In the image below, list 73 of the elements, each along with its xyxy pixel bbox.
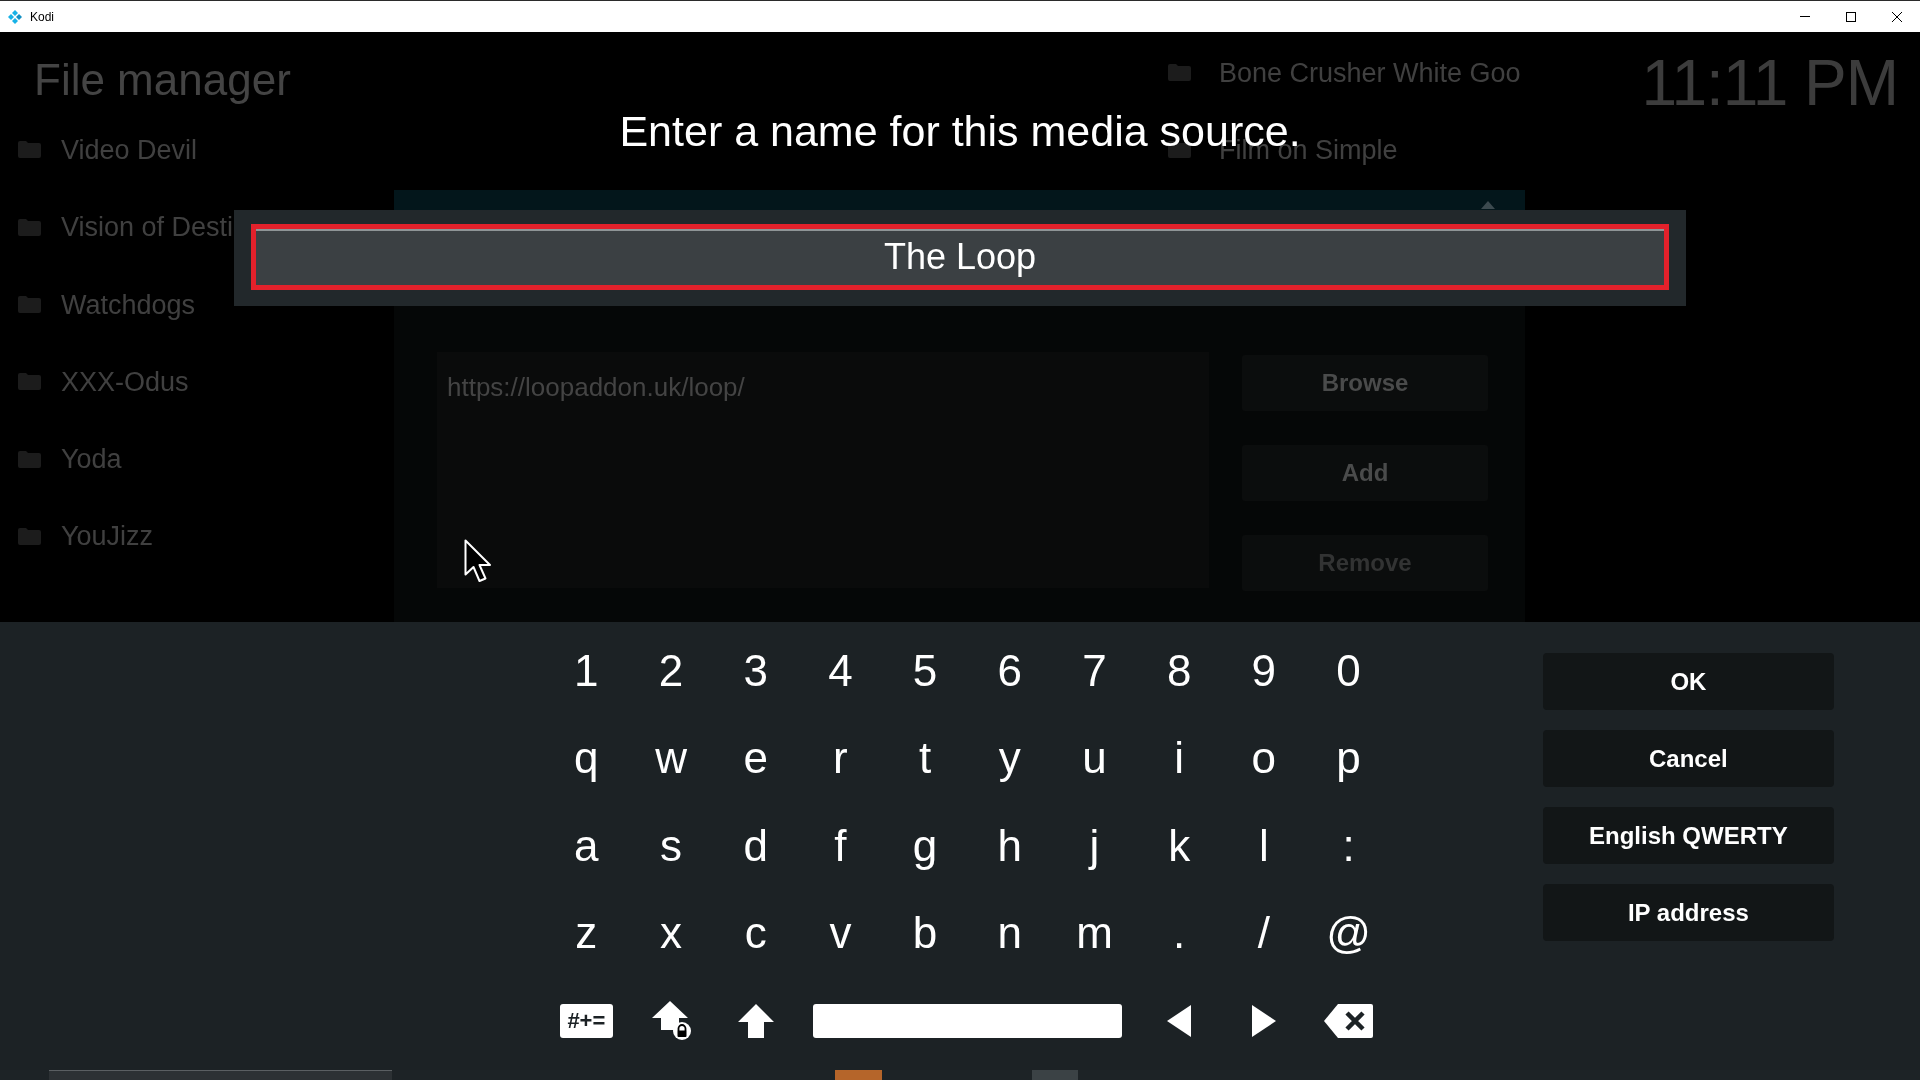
keyboard-key[interactable]: @	[1320, 909, 1377, 958]
keyboard-key[interactable]: q	[568, 734, 605, 783]
maximize-icon	[1846, 11, 1856, 22]
keyboard-key[interactable]: o	[1245, 734, 1283, 783]
keyboard-key[interactable]: f	[828, 821, 853, 870]
keyboard-key[interactable]: n	[991, 909, 1028, 958]
keyboard-key[interactable]: u	[1076, 734, 1113, 783]
backspace-icon	[1324, 1003, 1374, 1038]
folder-icon	[18, 296, 41, 314]
keyboard-key[interactable]: p	[1330, 734, 1367, 783]
kodi-logo-icon	[8, 9, 22, 24]
minimize-icon	[1800, 16, 1810, 17]
keyboard-key[interactable]: 9	[1245, 646, 1283, 695]
screen-title: File manager	[34, 58, 291, 102]
caps-lock-icon	[651, 1001, 691, 1041]
keyboard-key[interactable]: w	[649, 734, 693, 783]
keyboard-key[interactable]: v	[823, 909, 858, 958]
keyboard-action-button[interactable]: English QWERTY	[1542, 807, 1834, 864]
keyboard-key[interactable]: .	[1167, 909, 1192, 958]
window-title: Kodi	[30, 9, 55, 24]
right-triangle-icon	[1251, 1003, 1276, 1038]
keyboard-key[interactable]: b	[906, 909, 944, 958]
keyboard-key[interactable]: 4	[822, 646, 859, 695]
folder-icon	[18, 373, 41, 391]
symbols-key[interactable]: #+=	[559, 1003, 613, 1038]
shift-arrow-icon	[737, 1003, 774, 1038]
text-input-field[interactable]: The Loop	[251, 224, 1669, 290]
folder-icon	[18, 141, 41, 159]
keyboard-key[interactable]: 0	[1330, 646, 1367, 695]
keyboard-key[interactable]: d	[737, 821, 774, 870]
clock-time: 11:11 PM	[1641, 51, 1898, 115]
keyboard-key[interactable]: 7	[1076, 646, 1113, 695]
folder-icon	[18, 218, 41, 236]
keyboard-key[interactable]: 6	[991, 646, 1028, 695]
shift-key[interactable]	[737, 1003, 774, 1038]
folder-icon	[1168, 64, 1191, 82]
keyboard-key[interactable]: 3	[737, 646, 774, 695]
keyboard-key[interactable]: 2	[652, 646, 690, 695]
keyboard-key[interactable]: 5	[906, 646, 944, 695]
keyboard-key[interactable]: k	[1162, 821, 1197, 870]
keyboard-key[interactable]: s	[654, 821, 689, 870]
keyboard-key[interactable]: m	[1070, 909, 1119, 958]
keyboard-key[interactable]: x	[654, 909, 689, 958]
keyboard-key[interactable]: i	[1168, 734, 1191, 783]
keyboard-key[interactable]: /	[1251, 909, 1276, 958]
keyboard-key[interactable]: t	[912, 734, 938, 783]
caps-lock-key[interactable]	[651, 1001, 691, 1041]
keyboard-key[interactable]: a	[568, 821, 605, 870]
close-icon	[1892, 11, 1902, 22]
keyboard-key[interactable]: z	[569, 909, 604, 958]
keyboard-action-button[interactable]: OK	[1542, 653, 1834, 710]
keyboard-action-button[interactable]: Cancel	[1542, 730, 1834, 787]
keyboard-key[interactable]: j	[1083, 821, 1106, 870]
cursor-left-key[interactable]	[1167, 1003, 1192, 1038]
keyboard-key[interactable]: l	[1252, 821, 1275, 870]
left-triangle-icon	[1167, 1003, 1192, 1038]
keyboard-key[interactable]: e	[737, 734, 774, 783]
mouse-pointer-icon	[464, 539, 492, 583]
space-bar-key[interactable]	[812, 1003, 1122, 1038]
keyboard-action-button[interactable]: IP address	[1542, 884, 1834, 941]
keyboard-key[interactable]: c	[738, 909, 773, 958]
keyboard-key[interactable]: 8	[1160, 646, 1198, 695]
folder-icon	[18, 527, 41, 545]
keyboard-key[interactable]: y	[992, 734, 1027, 783]
taskbar-search-field[interactable]	[49, 1070, 392, 1080]
folder-icon	[18, 450, 41, 468]
keyboard-key[interactable]: r	[827, 734, 854, 783]
keyboard-key[interactable]: g	[906, 821, 944, 870]
cursor-right-key[interactable]	[1251, 1003, 1276, 1038]
backspace-key[interactable]	[1324, 1003, 1374, 1038]
keyboard-key[interactable]: :	[1336, 821, 1361, 870]
keyboard-key[interactable]: 1	[568, 646, 605, 695]
keyboard-key[interactable]: h	[991, 821, 1028, 870]
